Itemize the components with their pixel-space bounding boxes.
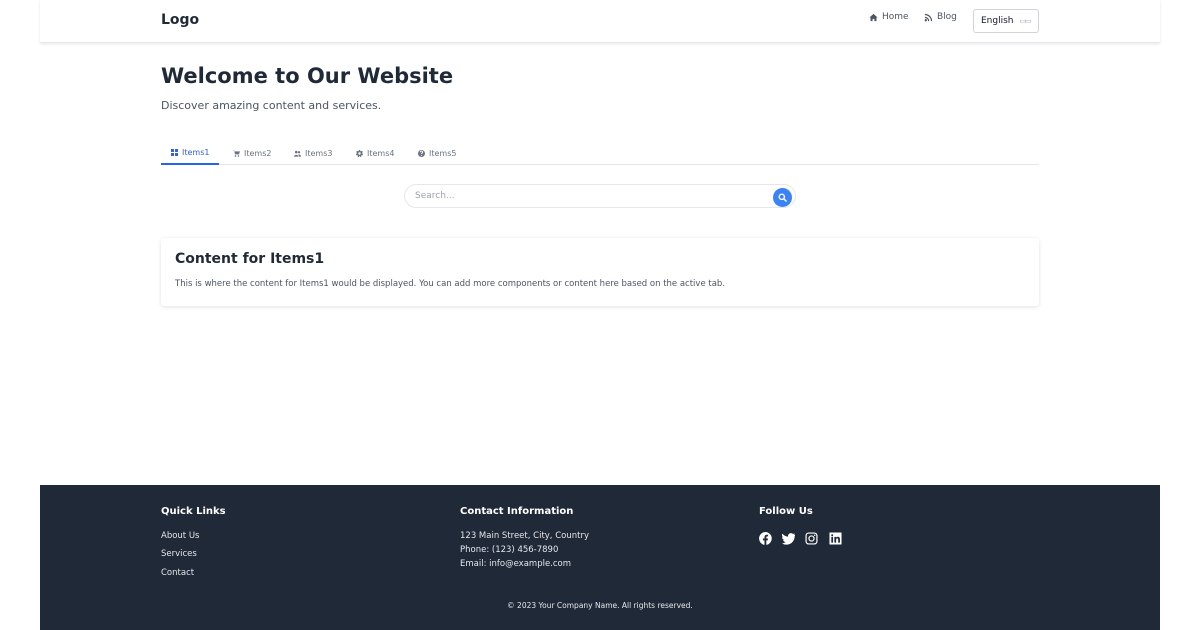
contact-heading: Contact Information bbox=[460, 506, 574, 517]
facebook-icon bbox=[759, 532, 772, 545]
instagram-link[interactable] bbox=[805, 530, 819, 545]
site-footer: Quick Links About Us Services Contact Co… bbox=[40, 485, 1160, 630]
twitter-link[interactable] bbox=[782, 530, 796, 545]
facebook-link[interactable] bbox=[759, 530, 773, 545]
site-logo[interactable]: Logo bbox=[161, 12, 199, 28]
blog-icon bbox=[924, 13, 933, 21]
tab-items1[interactable]: Items1 bbox=[161, 142, 220, 165]
tab-items5[interactable]: Items5 bbox=[408, 142, 466, 165]
follow-heading: Follow Us bbox=[759, 506, 813, 517]
grid-icon bbox=[171, 149, 178, 156]
copyright-text: © 2023 Your Company Name. All rights res… bbox=[507, 601, 693, 610]
search-icon bbox=[778, 193, 787, 202]
instagram-icon bbox=[805, 532, 818, 545]
footer-link-contact[interactable]: Contact bbox=[161, 568, 194, 578]
users-icon bbox=[294, 150, 301, 157]
contact-phone: Phone: (123) 456-7890 bbox=[460, 545, 559, 555]
cart-icon bbox=[233, 150, 240, 157]
home-icon bbox=[869, 13, 878, 21]
gear-icon bbox=[356, 150, 363, 157]
help-icon bbox=[418, 150, 425, 157]
nav-blog-label: Blog bbox=[937, 12, 957, 22]
content-title: Content for Items1 bbox=[175, 251, 325, 267]
search-bar bbox=[404, 184, 796, 208]
page: Logo Home Blog English ▭▭ Welcome to Our… bbox=[40, 0, 1160, 630]
search-button[interactable] bbox=[773, 188, 792, 207]
twitter-icon bbox=[782, 533, 796, 545]
linkedin-link[interactable] bbox=[829, 530, 843, 545]
tab-items2[interactable]: Items2 bbox=[223, 142, 281, 165]
tab-items3[interactable]: Items3 bbox=[284, 142, 342, 165]
flag-icon: ▭▭ bbox=[1019, 17, 1032, 25]
content-body: This is where the content for Items1 wou… bbox=[175, 279, 726, 289]
search-input[interactable] bbox=[406, 186, 766, 206]
contact-address: 123 Main Street, City, Country bbox=[460, 531, 589, 541]
site-header: Logo Home Blog English ▭▭ bbox=[40, 0, 1160, 43]
contact-email[interactable]: Email: info@example.com bbox=[460, 559, 571, 569]
footer-link-services[interactable]: Services bbox=[161, 549, 197, 559]
tab-items2-label: Items2 bbox=[244, 149, 272, 158]
tab-items5-label: Items5 bbox=[429, 149, 457, 158]
tab-items1-label: Items1 bbox=[182, 148, 210, 157]
linkedin-icon bbox=[829, 532, 842, 545]
footer-link-about[interactable]: About Us bbox=[161, 531, 199, 541]
tab-items4-label: Items4 bbox=[367, 149, 395, 158]
nav-home-label: Home bbox=[882, 12, 909, 22]
language-select[interactable]: English ▭▭ bbox=[973, 9, 1039, 33]
tab-items4[interactable]: Items4 bbox=[346, 142, 404, 165]
nav-blog-link[interactable]: Blog bbox=[924, 10, 957, 24]
page-subtitle: Discover amazing content and services. bbox=[161, 99, 382, 112]
page-title: Welcome to Our Website bbox=[161, 64, 454, 88]
content-card: Content for Items1 This is where the con… bbox=[161, 238, 1039, 306]
tab-items3-label: Items3 bbox=[305, 149, 333, 158]
tab-bar: Items1 Items2 Items3 Items4 Items5 bbox=[161, 142, 1039, 165]
quick-links-heading: Quick Links bbox=[161, 506, 226, 517]
language-selected: English bbox=[981, 16, 1014, 26]
nav-home-link[interactable]: Home bbox=[869, 10, 909, 24]
